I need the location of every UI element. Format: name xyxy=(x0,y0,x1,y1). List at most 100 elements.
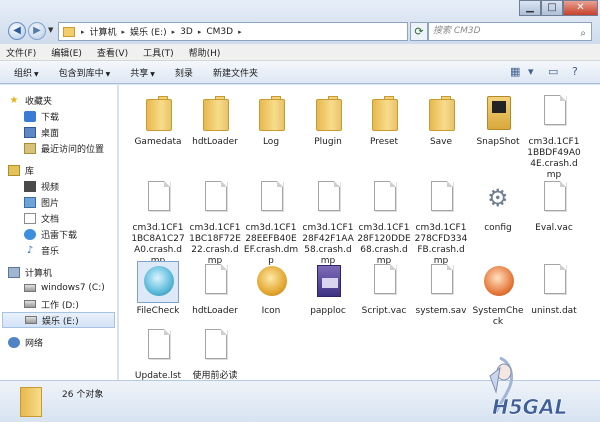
nav-libraries[interactable]: 库 xyxy=(0,162,117,178)
file-item[interactable]: ⚙ config xyxy=(470,179,526,234)
nav-item-drive-d[interactable]: 工作 (D:) xyxy=(0,296,117,312)
breadcrumb-separator[interactable]: ▸ xyxy=(236,28,244,36)
nav-item-downloads[interactable]: 下载 xyxy=(0,108,117,124)
file-item[interactable]: SnapShot xyxy=(470,93,526,148)
file-name: hdtLoader xyxy=(192,137,238,147)
document-icon xyxy=(421,262,461,302)
installer-icon xyxy=(308,262,348,302)
search-placeholder: 搜索 CM3D xyxy=(433,26,481,36)
file-item[interactable]: cm3d.1CF128EEFB40EEF.crash.dmp xyxy=(243,179,299,267)
document-icon xyxy=(534,93,574,133)
nav-item-thunder-downloads[interactable]: 迅雷下载 xyxy=(0,226,117,242)
recent-pages-dropdown[interactable]: ▼ xyxy=(48,26,53,34)
menu-help[interactable]: 帮助(H) xyxy=(189,46,221,59)
nav-item-drive-c[interactable]: windows7 (C:) xyxy=(0,280,117,296)
breadcrumb-separator[interactable]: ▸ xyxy=(120,28,128,36)
breadcrumb-separator[interactable]: ▸ xyxy=(170,28,178,36)
file-name: FileCheck xyxy=(136,306,180,316)
nav-item-music[interactable]: ♪ 音乐 xyxy=(0,242,117,258)
nav-network[interactable]: 网络 xyxy=(0,334,117,350)
address-bar[interactable]: ▸ 计算机 ▸ 娱乐 (E:) ▸ 3D ▸ CM3D ▸ xyxy=(58,22,408,41)
file-item[interactable]: SystemCheck xyxy=(470,262,526,328)
file-item[interactable]: 使用前必读 xyxy=(187,327,243,380)
document-icon xyxy=(138,179,178,219)
recent-places-icon xyxy=(24,142,36,154)
file-item[interactable]: Icon xyxy=(243,262,299,317)
file-item[interactable]: cm3d.1CF128F42F1AA58.crash.dmp xyxy=(300,179,356,267)
nav-favorites[interactable]: ★ 收藏夹 xyxy=(0,92,117,108)
menu-tools[interactable]: 工具(T) xyxy=(143,46,174,59)
file-name: Gamedata xyxy=(134,137,182,147)
burn-button[interactable]: 刻录 xyxy=(175,66,193,79)
file-item[interactable]: cm3d.1CF11BBDF49A04E.crash.dmp xyxy=(526,93,582,181)
breadcrumb-cm3d[interactable]: CM3D xyxy=(203,27,236,37)
breadcrumb-computer[interactable]: 计算机 xyxy=(87,25,120,38)
breadcrumb-3d[interactable]: 3D xyxy=(177,27,196,37)
file-item[interactable]: Gamedata xyxy=(130,93,186,148)
file-item[interactable]: cm3d.1CF11BC8A1C27A0.crash.dmp xyxy=(130,179,186,267)
file-item[interactable]: Save xyxy=(413,93,469,148)
document-icon xyxy=(138,327,178,367)
menu-file[interactable]: 文件(F) xyxy=(6,46,36,59)
nav-item-recent[interactable]: 最近访问的位置 xyxy=(0,140,117,156)
document-icon xyxy=(251,179,291,219)
chevron-down-icon[interactable]: ▾ xyxy=(528,65,534,78)
nav-item-drive-e[interactable]: 娱乐 (E:) xyxy=(2,312,115,328)
file-item[interactable]: Eval.vac xyxy=(526,179,582,234)
file-name: 使用前必读 xyxy=(192,371,238,380)
nav-item-label: 视频 xyxy=(41,182,60,193)
search-input[interactable]: 搜索 CM3D ⌕ xyxy=(428,22,592,41)
include-in-library-button[interactable]: 包含到库中 ▼ xyxy=(59,66,111,79)
file-item[interactable]: hdtLoader xyxy=(187,93,243,148)
breadcrumb-drive-e[interactable]: 娱乐 (E:) xyxy=(127,25,170,38)
file-item[interactable]: cm3d.1CF128F120DDE68.crash.dmp xyxy=(356,179,412,267)
breadcrumb-separator[interactable]: ▸ xyxy=(196,28,204,36)
share-button[interactable]: 共享 ▼ xyxy=(130,66,155,79)
nav-item-label: 娱乐 (E:) xyxy=(42,316,79,327)
file-item[interactable]: Script.vac xyxy=(356,262,412,317)
thunder-icon xyxy=(24,228,36,240)
minimize-button[interactable]: ▁ xyxy=(519,0,541,16)
file-item[interactable]: FileCheck xyxy=(130,261,186,317)
refresh-button[interactable]: ⟳ xyxy=(410,22,428,41)
file-item[interactable]: Preset xyxy=(356,93,412,148)
file-item[interactable]: uninst.dat xyxy=(526,262,582,317)
nav-network-label: 网络 xyxy=(25,338,44,349)
forward-button[interactable]: ▶ xyxy=(28,22,46,40)
menu-view[interactable]: 查看(V) xyxy=(97,46,128,59)
organize-button[interactable]: 组织 ▼ xyxy=(14,66,39,79)
folder-icon xyxy=(195,93,235,133)
nav-computer[interactable]: 计算机 xyxy=(0,264,117,280)
file-name: Script.vac xyxy=(361,306,407,316)
menu-edit[interactable]: 编辑(E) xyxy=(51,46,82,59)
nav-item-label: 工作 (D:) xyxy=(41,300,79,311)
file-item[interactable]: cm3d.1CF11BC18F72E22.crash.dmp xyxy=(187,179,243,267)
close-button[interactable]: ✕ xyxy=(563,0,598,16)
nav-item-documents[interactable]: 文档 xyxy=(0,210,117,226)
library-icon xyxy=(8,164,20,176)
file-item[interactable]: cm3d.1CF1278CFD334FB.crash.dmp xyxy=(413,179,469,267)
file-name: cm3d.1CF11BBDF49A04E.crash.dmp xyxy=(527,137,581,180)
include-label: 包含到库中 xyxy=(58,68,104,79)
file-name: SnapShot xyxy=(476,137,520,147)
document-icon xyxy=(534,179,574,219)
back-button[interactable]: ◀ xyxy=(8,22,26,40)
nav-item-label: 迅雷下载 xyxy=(41,230,78,241)
maximize-button[interactable]: □ xyxy=(541,0,563,16)
new-folder-button[interactable]: 新建文件夹 xyxy=(213,66,258,79)
nav-item-pictures[interactable]: 图片 xyxy=(0,194,117,210)
file-name: uninst.dat xyxy=(531,306,577,316)
view-options-icon[interactable]: ▦ xyxy=(510,65,520,78)
preview-pane-icon[interactable]: ▭ xyxy=(548,65,558,78)
file-item[interactable]: Log xyxy=(243,93,299,148)
search-icon[interactable]: ⌕ xyxy=(580,25,586,42)
file-item[interactable]: Update.lst xyxy=(130,327,186,380)
file-item[interactable]: system.sav xyxy=(413,262,469,317)
file-item[interactable]: Plugin xyxy=(300,93,356,148)
nav-item-desktop[interactable]: 桌面 xyxy=(0,124,117,140)
help-icon[interactable]: ? xyxy=(572,65,578,78)
nav-item-videos[interactable]: 视频 xyxy=(0,178,117,194)
gear-icon: ⚙ xyxy=(487,184,509,212)
file-item[interactable]: hdtLoader xyxy=(187,262,243,317)
file-item[interactable]: papploc xyxy=(300,262,356,317)
